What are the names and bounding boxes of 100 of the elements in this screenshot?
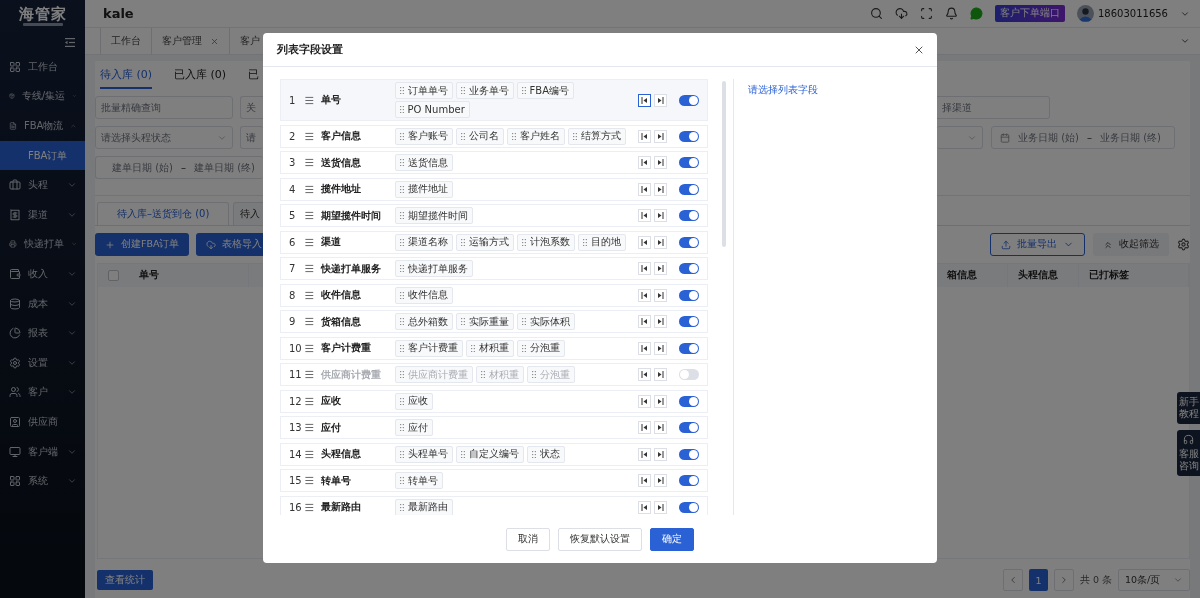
field-row[interactable]: 14 头程信息 头程单号 自定义编号 状态 (280, 442, 708, 466)
toggle-switch[interactable] (679, 210, 699, 221)
sub-field-chip[interactable]: 实际体积 (516, 313, 575, 330)
sub-field-chip[interactable]: 计泡系数 (516, 233, 575, 251)
search-field[interactable]: 批量精确查询 (95, 96, 233, 119)
cloud-download-icon[interactable] (895, 7, 908, 20)
keyword-field[interactable]: 关 (240, 96, 263, 119)
drag-menu-icon[interactable] (304, 369, 316, 380)
sidebar-item[interactable]: 头程 (0, 170, 85, 200)
sub-field-chip[interactable]: 总外箱数 (394, 313, 453, 330)
sidebar-item[interactable]: 工作台 (0, 52, 85, 82)
status-tab[interactable]: 已 (248, 61, 260, 89)
pin-right-button[interactable] (654, 262, 667, 275)
toggle-switch[interactable] (679, 501, 699, 513)
pin-right-button[interactable] (654, 368, 667, 381)
pin-right-button[interactable] (654, 93, 667, 107)
pin-right-button[interactable] (654, 447, 667, 461)
pin-right-button[interactable] (654, 209, 667, 222)
sub-field-chip[interactable]: 快递打单服务 (394, 260, 473, 277)
field-row[interactable]: 8 收件信息 收件信息 (280, 283, 708, 307)
drag-menu-icon[interactable] (304, 475, 316, 486)
checkbox[interactable] (108, 270, 119, 281)
toggle-switch[interactable] (679, 130, 699, 142)
sidebar-item[interactable]: 供应商 (0, 407, 85, 437)
page-size-select[interactable]: 10条/页 (1118, 569, 1190, 591)
tutorial-button[interactable]: 新手教程 (1177, 392, 1200, 424)
pin-right-button[interactable] (654, 129, 667, 143)
drag-menu-icon[interactable] (304, 210, 316, 221)
sub-field-chip[interactable]: 分泡重 (516, 339, 565, 357)
sub-field-chip[interactable]: 送货信息 (394, 154, 453, 171)
field-row[interactable]: 5 期望揽件时间 期望揽件时间 (280, 204, 708, 227)
sub-field-chip[interactable]: 收件信息 (394, 286, 453, 304)
toggle-switch[interactable] (679, 475, 699, 486)
drag-menu-icon[interactable] (304, 183, 316, 195)
sub-field-chip[interactable]: FBA编号 (516, 82, 574, 99)
sub-field-chip[interactable]: 目的地 (577, 233, 626, 251)
sidebar-item[interactable]: 系统 (0, 466, 85, 496)
sidebar-item[interactable]: 专线/集运 (0, 81, 85, 112)
toggle-switch[interactable] (679, 422, 699, 433)
sub-field-chip[interactable]: 状态 (526, 445, 565, 463)
collapse-filter-button[interactable]: 收起筛选 (1093, 233, 1169, 256)
drag-menu-icon[interactable] (304, 157, 316, 168)
sub-field-chip[interactable]: 业务单号 (455, 82, 514, 99)
pin-right-button[interactable] (654, 421, 667, 434)
caret-icon[interactable] (1180, 36, 1190, 46)
drag-menu-icon[interactable] (304, 236, 316, 248)
field-row[interactable]: 15 转单号 转单号 (280, 469, 708, 492)
status-tab[interactable]: 已入库 (0) (174, 61, 227, 89)
field-row[interactable]: 10 客户计费重 客户计费重 材积重 分泡重 (280, 336, 708, 360)
field-row[interactable]: 12 应收 应收 (280, 389, 708, 413)
sub-field-chip[interactable]: 运输方式 (455, 233, 514, 251)
toggle-switch[interactable] (679, 157, 699, 168)
sub-field-chip[interactable]: 应付 (394, 419, 433, 436)
pin-right-button[interactable] (654, 500, 667, 514)
sidebar-item[interactable]: 渠道 (0, 199, 85, 230)
settings-icon[interactable] (1177, 238, 1190, 251)
sub-field-chip[interactable]: 自定义编号 (455, 445, 524, 463)
toggle-switch[interactable] (679, 94, 699, 106)
toggle-switch[interactable] (679, 316, 699, 327)
dialog-button[interactable]: 取消 (506, 528, 550, 551)
menu-fold-icon[interactable] (65, 37, 75, 47)
drag-menu-icon[interactable] (304, 263, 316, 274)
drag-menu-icon[interactable] (304, 289, 316, 301)
pin-right-button[interactable] (654, 341, 667, 355)
sub-field-chip[interactable]: 最新路由 (394, 498, 453, 515)
sub-field-chip[interactable]: 公司名 (455, 127, 504, 145)
sub-field-chip[interactable]: 材积重 (465, 339, 514, 357)
confirm-button[interactable]: 确定 (650, 528, 694, 551)
sub-field-chip[interactable]: 客户账号 (394, 127, 453, 145)
user-name[interactable]: 18603011656 (1098, 8, 1168, 19)
dialog-button[interactable]: 恢复默认设置 (558, 528, 642, 551)
drag-menu-icon[interactable] (304, 501, 316, 513)
page-tab[interactable]: 工作台 (100, 28, 151, 54)
pin-right-button[interactable] (654, 235, 667, 249)
drag-menu-icon[interactable] (304, 342, 316, 354)
sidebar-item[interactable]: 收入 (0, 259, 85, 289)
sub-field-chip[interactable]: 转单号 (394, 472, 443, 489)
page-tab[interactable]: 客户管理 (151, 28, 229, 54)
sidebar-item[interactable]: 报表 (0, 318, 85, 348)
field-row[interactable]: 3 送货信息 送货信息 (280, 151, 708, 174)
sub-field-chip[interactable]: 应收 (394, 392, 433, 410)
support-button[interactable]: 客服咨询 (1177, 430, 1200, 476)
sub-field-chip[interactable]: 客户姓名 (506, 127, 565, 145)
sub-field-chip[interactable]: 订单单号 (394, 82, 453, 99)
sidebar-item[interactable]: 成本 (0, 288, 85, 319)
sub-field-chip[interactable]: 结算方式 (567, 127, 626, 145)
field-row[interactable]: 9 货箱信息 总外箱数 实际重量 实际体积 (280, 310, 708, 333)
sidebar-item[interactable]: 客户 (0, 377, 85, 408)
toggle-switch[interactable] (679, 342, 699, 354)
sub-field-chip[interactable]: 期望揽件时间 (394, 207, 473, 224)
field-row[interactable]: 16 最新路由 最新路由 (280, 495, 708, 515)
toggle-switch[interactable] (679, 369, 699, 380)
field-row[interactable]: 1 单号 订单单号 业务单号 FBA编号 PO Number (280, 79, 708, 121)
drag-menu-icon[interactable] (304, 395, 316, 407)
pin-right-button[interactable] (654, 315, 667, 328)
field-row[interactable]: 4 揽件地址 揽件地址 (280, 177, 708, 201)
sidebar-item[interactable]: 设置 (0, 347, 85, 378)
scrollbar[interactable] (722, 81, 726, 247)
toggle-switch[interactable] (679, 289, 699, 301)
sub-field-chip[interactable]: PO Number (394, 101, 470, 118)
